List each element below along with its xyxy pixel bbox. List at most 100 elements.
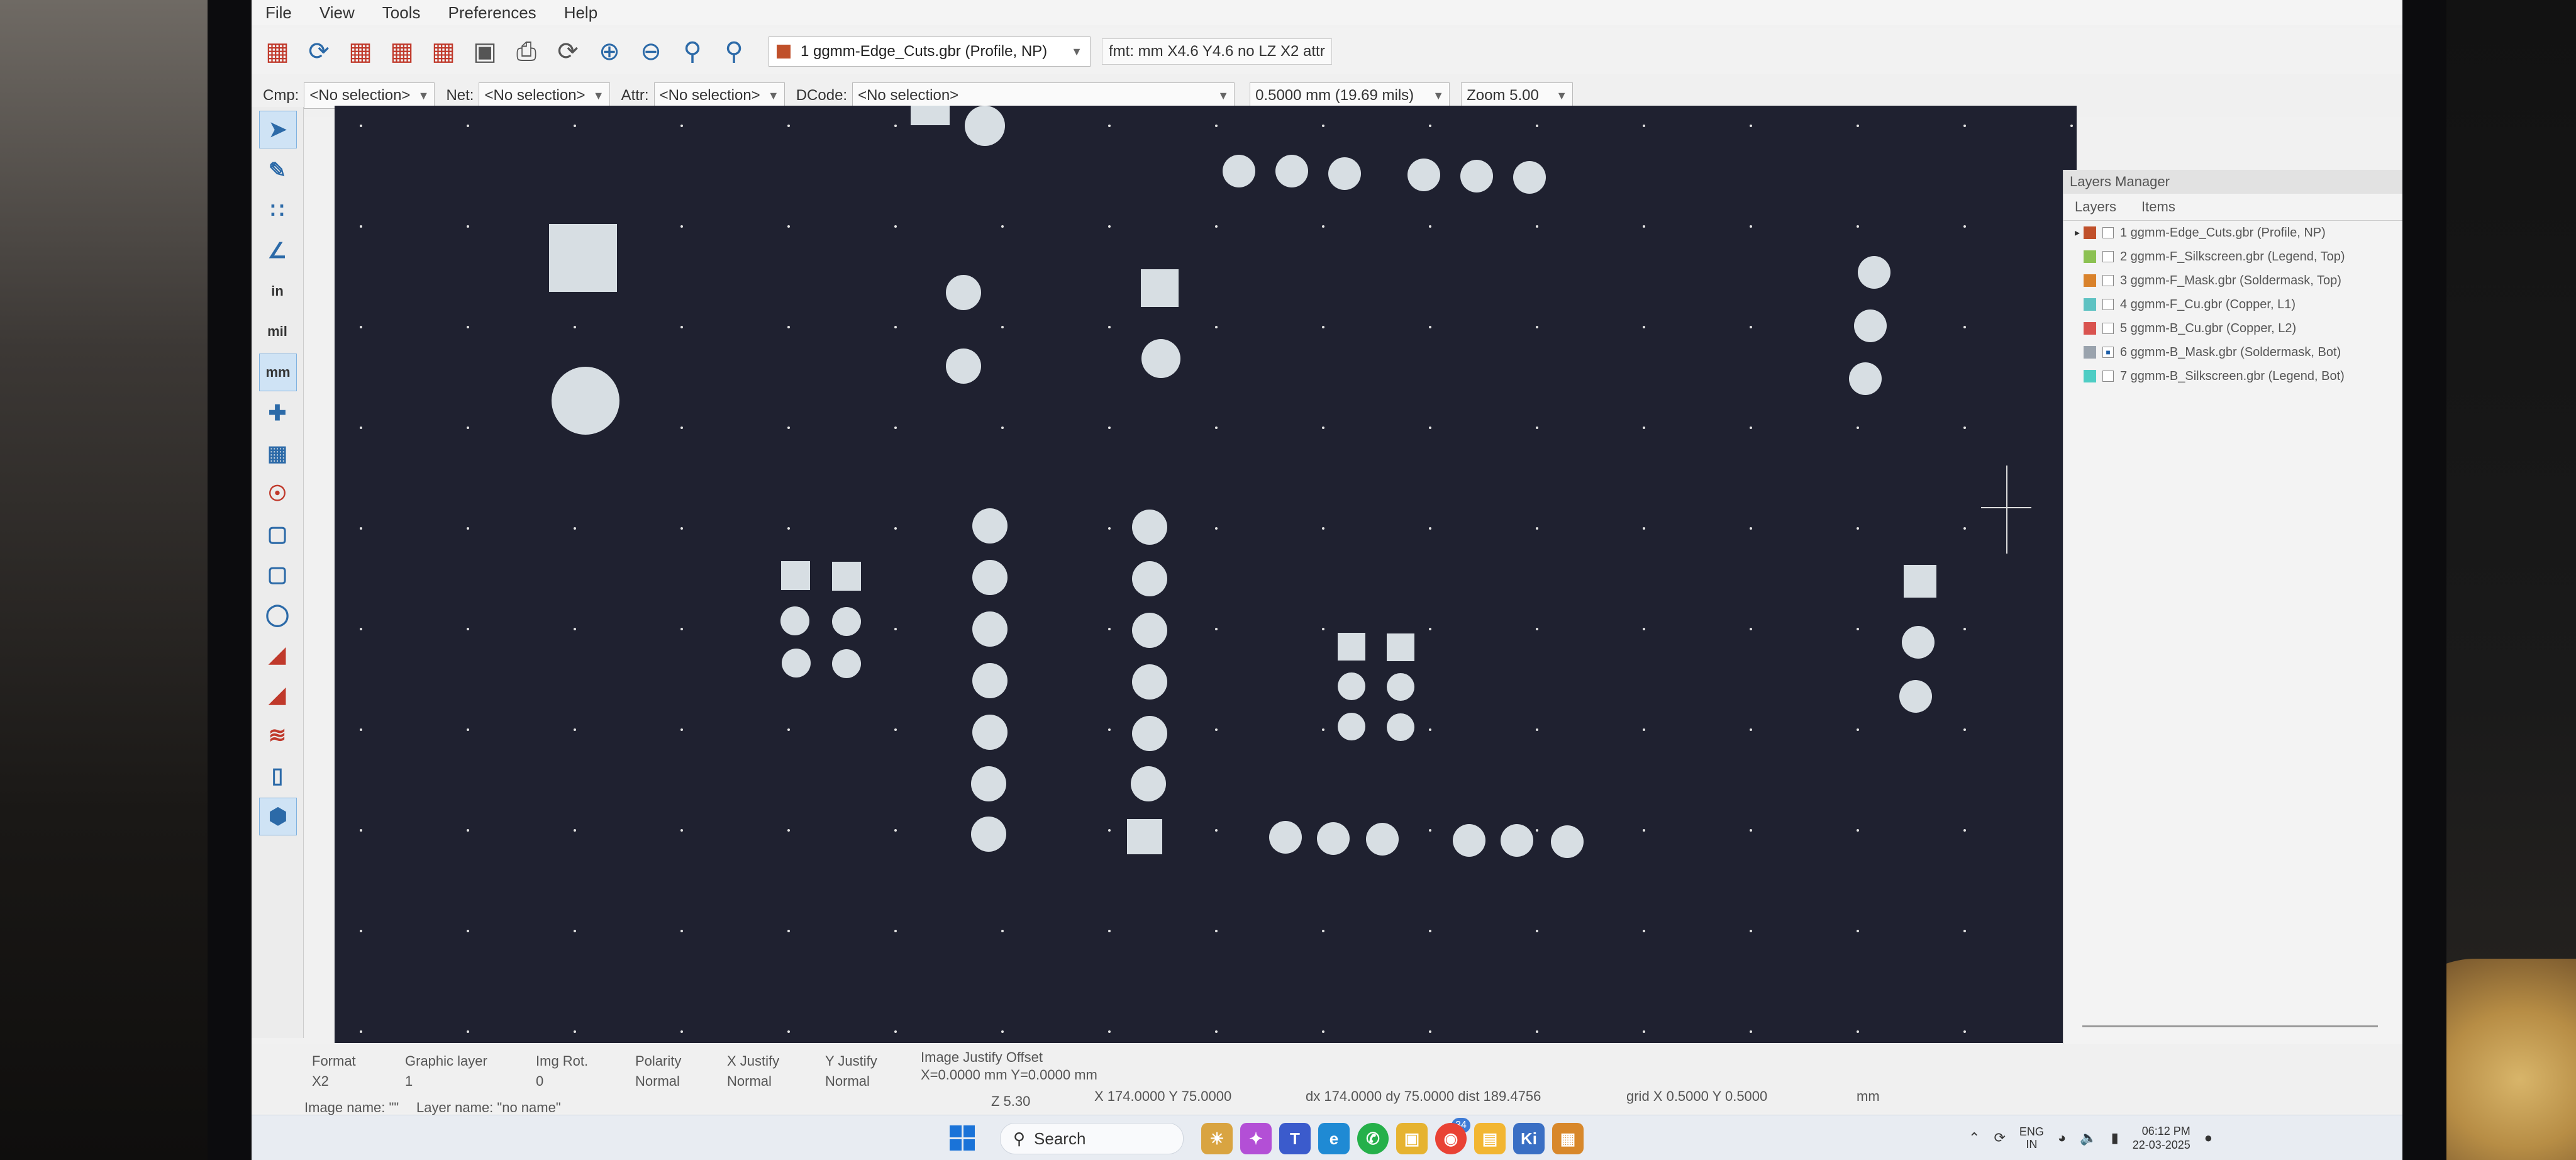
menu-view[interactable]: View <box>306 3 369 23</box>
units-mm-button[interactable]: mm <box>259 354 297 391</box>
square-pad[interactable] <box>781 561 810 590</box>
round-pad[interactable] <box>1141 339 1180 378</box>
sync-icon[interactable]: ⟳ <box>1994 1130 2005 1146</box>
square-pad[interactable] <box>832 562 861 591</box>
round-pad[interactable] <box>552 367 619 435</box>
sketch-lines-icon[interactable]: ▢ <box>259 516 296 552</box>
round-pad[interactable] <box>971 817 1006 852</box>
open-job-icon[interactable]: ▣ <box>469 36 501 67</box>
layers-manager-toggle-icon[interactable]: ⬢ <box>259 798 297 835</box>
gerbview-icon[interactable]: ▦ <box>1552 1123 1584 1154</box>
flip-view-icon[interactable]: ▯ <box>259 757 296 794</box>
layer-row[interactable]: 5 ggmm-B_Cu.gbr (Copper, L2) <box>2063 316 2402 340</box>
square-pad[interactable] <box>1387 633 1414 661</box>
round-pad[interactable] <box>782 649 811 678</box>
round-pad[interactable] <box>832 607 861 636</box>
layer-color-swatch[interactable] <box>2084 226 2096 239</box>
kicad-icon[interactable]: Ki <box>1513 1123 1545 1154</box>
tab-layers[interactable]: Layers <box>2075 199 2116 215</box>
polar-coords-icon[interactable]: ∠ <box>259 233 296 269</box>
zoom-in-icon[interactable]: ⊕ <box>594 36 625 67</box>
menu-tools[interactable]: Tools <box>369 3 435 23</box>
round-pad[interactable] <box>1132 510 1167 545</box>
battery-icon[interactable]: ▮ <box>2111 1130 2119 1146</box>
attr-select[interactable]: <No selection> ▼ <box>653 82 785 109</box>
round-pad[interactable] <box>1328 157 1361 190</box>
square-pad[interactable] <box>1141 269 1179 307</box>
layer-color-swatch[interactable] <box>2084 346 2096 359</box>
round-pad[interactable] <box>971 766 1006 801</box>
tab-items[interactable]: Items <box>2141 199 2175 215</box>
flashed-items-icon[interactable]: ☉ <box>259 476 296 512</box>
sketch-polygons-icon[interactable]: ▢ <box>259 556 296 593</box>
layer-color-swatch[interactable] <box>2084 370 2096 382</box>
file-explorer-icon[interactable]: ▤ <box>1474 1123 1506 1154</box>
round-pad[interactable] <box>1387 673 1414 701</box>
round-pad[interactable] <box>1132 561 1167 596</box>
layer-visibility-checkbox[interactable] <box>2102 227 2114 238</box>
round-pad[interactable] <box>780 606 809 635</box>
round-pad[interactable] <box>1902 626 1935 659</box>
round-pad[interactable] <box>1338 672 1365 700</box>
layer-color-swatch[interactable] <box>2084 250 2096 263</box>
print-icon[interactable]: ⎙ <box>511 36 542 67</box>
language-indicator[interactable]: ENG IN <box>2019 1125 2044 1151</box>
menu-file[interactable]: File <box>252 3 306 23</box>
units-inches-button[interactable]: in <box>259 273 296 310</box>
store-icon[interactable]: ▣ <box>1396 1123 1428 1154</box>
round-pad[interactable] <box>832 649 861 678</box>
clear-layers-icon[interactable]: ▦ <box>262 36 293 67</box>
widgets-icon[interactable]: ☀ <box>1201 1123 1233 1154</box>
select-arrow-icon[interactable]: ➤ <box>259 111 297 148</box>
volume-icon[interactable]: 🔈 <box>2080 1130 2097 1146</box>
open-drill-icon[interactable]: ▦ <box>386 36 418 67</box>
layer-visibility-checkbox[interactable] <box>2102 323 2114 334</box>
round-pad[interactable] <box>1849 362 1882 395</box>
open-gerber-icon[interactable]: ▦ <box>345 36 376 67</box>
round-pad[interactable] <box>972 560 1008 595</box>
round-pad[interactable] <box>946 349 981 384</box>
layer-visibility-checkbox[interactable]: ■ <box>2102 347 2114 358</box>
reload-icon[interactable]: ⟳ <box>303 36 335 67</box>
taskbar-search[interactable]: ⚲ Search <box>1000 1123 1184 1154</box>
grid-select[interactable]: 0.5000 mm (19.69 mils) ▼ <box>1250 82 1450 109</box>
whatsapp-icon[interactable]: ✆ <box>1357 1123 1389 1154</box>
round-pad[interactable] <box>1132 613 1167 648</box>
layer-row[interactable]: 7 ggmm-B_Silkscreen.gbr (Legend, Bot) <box>2063 364 2402 388</box>
layer-visibility-checkbox[interactable] <box>2102 299 2114 310</box>
layer-color-swatch[interactable] <box>2084 274 2096 287</box>
zoom-fit-icon[interactable]: ⚲ <box>677 36 708 67</box>
windows-start-icon[interactable] <box>950 1125 975 1151</box>
units-mils-button[interactable]: mil <box>259 313 296 350</box>
transparency-icon[interactable]: ◢ <box>259 677 296 713</box>
teams-icon[interactable]: T <box>1279 1123 1311 1154</box>
copilot-icon[interactable]: ✦ <box>1240 1123 1272 1154</box>
dcodes-icon[interactable]: ▦ <box>259 435 296 472</box>
square-pad[interactable] <box>549 224 617 292</box>
layer-row[interactable]: 2 ggmm-F_Silkscreen.gbr (Legend, Top) <box>2063 245 2402 269</box>
zoom-out-icon[interactable]: ⊖ <box>635 36 667 67</box>
layer-visibility-checkbox[interactable] <box>2102 251 2114 262</box>
layer-color-swatch[interactable] <box>2084 322 2096 335</box>
notifications-icon[interactable]: ● <box>2204 1130 2212 1146</box>
round-pad[interactable] <box>1387 713 1414 741</box>
round-pad[interactable] <box>1132 716 1167 751</box>
round-pad[interactable] <box>1551 825 1584 858</box>
edge-browser-icon[interactable]: e <box>1318 1123 1350 1154</box>
wifi-icon[interactable]: ◕ <box>2058 1130 2066 1146</box>
square-pad[interactable] <box>1904 565 1936 598</box>
dcode-select[interactable]: <No selection> ▼ <box>852 82 1235 109</box>
round-pad[interactable] <box>1460 160 1493 192</box>
cursor-shape-icon[interactable]: ✚ <box>259 395 296 432</box>
layer-stack-icon[interactable]: ≋ <box>259 717 296 754</box>
round-pad[interactable] <box>1858 256 1890 289</box>
zoom-select[interactable]: Zoom 5.00 ▼ <box>1461 82 1574 109</box>
layer-visibility-checkbox[interactable] <box>2102 275 2114 286</box>
gerber-canvas[interactable] <box>335 106 2077 1043</box>
grid-toggle-icon[interactable]: ∷ <box>259 192 296 229</box>
round-pad[interactable] <box>1338 713 1365 740</box>
layer-row[interactable]: 4 ggmm-F_Cu.gbr (Copper, L1) <box>2063 293 2402 316</box>
diff-mode-icon[interactable]: ◢ <box>259 637 296 673</box>
measure-ruler-icon[interactable]: ✎ <box>259 152 296 189</box>
round-pad[interactable] <box>1453 824 1485 857</box>
